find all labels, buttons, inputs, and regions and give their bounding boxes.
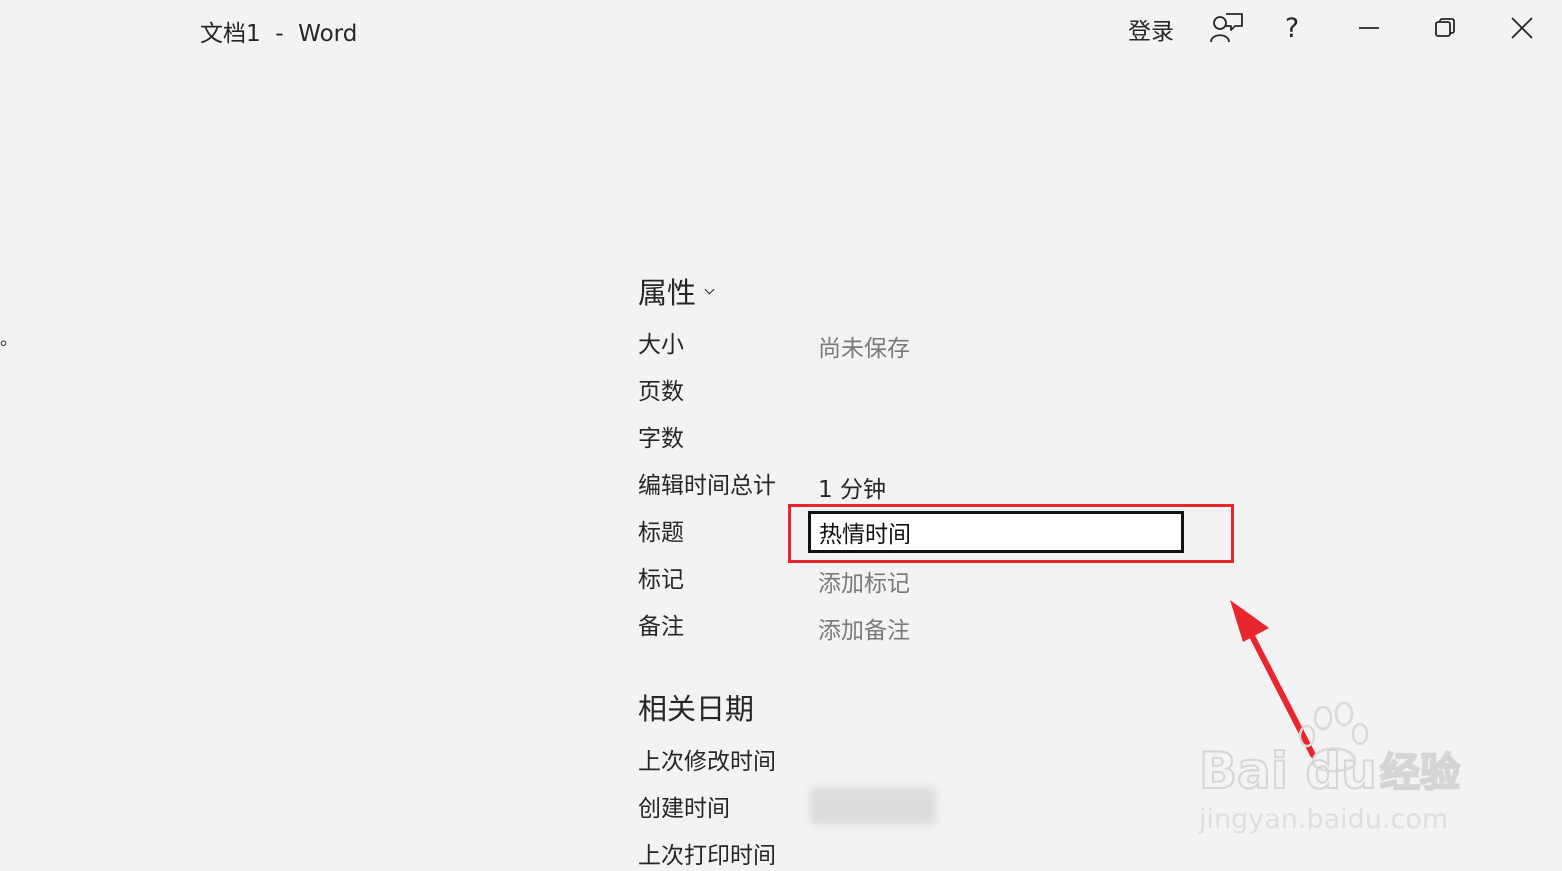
add-comments-field[interactable]: 添加备注 xyxy=(818,611,910,645)
date-label-last-modified: 上次修改时间 xyxy=(638,749,776,775)
help-button[interactable]: ? xyxy=(1272,8,1312,48)
close-icon xyxy=(1511,17,1533,39)
property-label-words: 字数 xyxy=(638,426,684,452)
feedback-icon xyxy=(1210,13,1243,43)
property-label-tags: 标记 xyxy=(638,567,684,593)
feedback-button[interactable] xyxy=(1206,8,1246,48)
sign-in-button[interactable]: 登录 xyxy=(1128,12,1174,46)
help-icon: ? xyxy=(1284,12,1300,44)
properties-header[interactable]: 属性 xyxy=(638,270,715,312)
restore-icon xyxy=(1435,18,1455,37)
annotation-arrow-icon xyxy=(1230,600,1316,758)
property-label-comments: 备注 xyxy=(638,614,684,640)
minimize-icon xyxy=(1359,27,1379,29)
related-dates-header: 相关日期 xyxy=(638,692,755,726)
watermark-logo: Bai du 经验 jingyan.baidu.com xyxy=(1195,700,1485,844)
window-title: 文档1 - Word xyxy=(200,21,358,47)
svg-text:jingyan.baidu.com: jingyan.baidu.com xyxy=(1198,804,1448,835)
property-value-size: 尚未保存 xyxy=(818,336,910,362)
left-edge-glyph: 。 xyxy=(0,329,18,350)
title-input[interactable] xyxy=(808,511,1184,553)
property-label-pages: 页数 xyxy=(638,379,684,405)
created-date-blurred-value xyxy=(810,787,936,825)
restore-button[interactable] xyxy=(1425,8,1465,48)
add-tags-field[interactable]: 添加标记 xyxy=(818,564,910,598)
date-label-last-printed: 上次打印时间 xyxy=(638,843,776,869)
property-value-total-editing-time: 1 分钟 xyxy=(818,477,886,503)
property-label-size: 大小 xyxy=(638,332,684,358)
date-label-created: 创建时间 xyxy=(638,796,730,822)
property-label-title: 标题 xyxy=(638,520,684,546)
svg-text:经验: 经验 xyxy=(1380,750,1460,796)
properties-header-label: 属性 xyxy=(638,276,697,310)
property-label-total-editing-time: 编辑时间总计 xyxy=(638,473,776,499)
close-button[interactable] xyxy=(1502,8,1542,48)
minimize-button[interactable] xyxy=(1349,8,1389,48)
chevron-down-icon xyxy=(704,284,715,294)
svg-text:Bai du: Bai du xyxy=(1199,742,1377,800)
